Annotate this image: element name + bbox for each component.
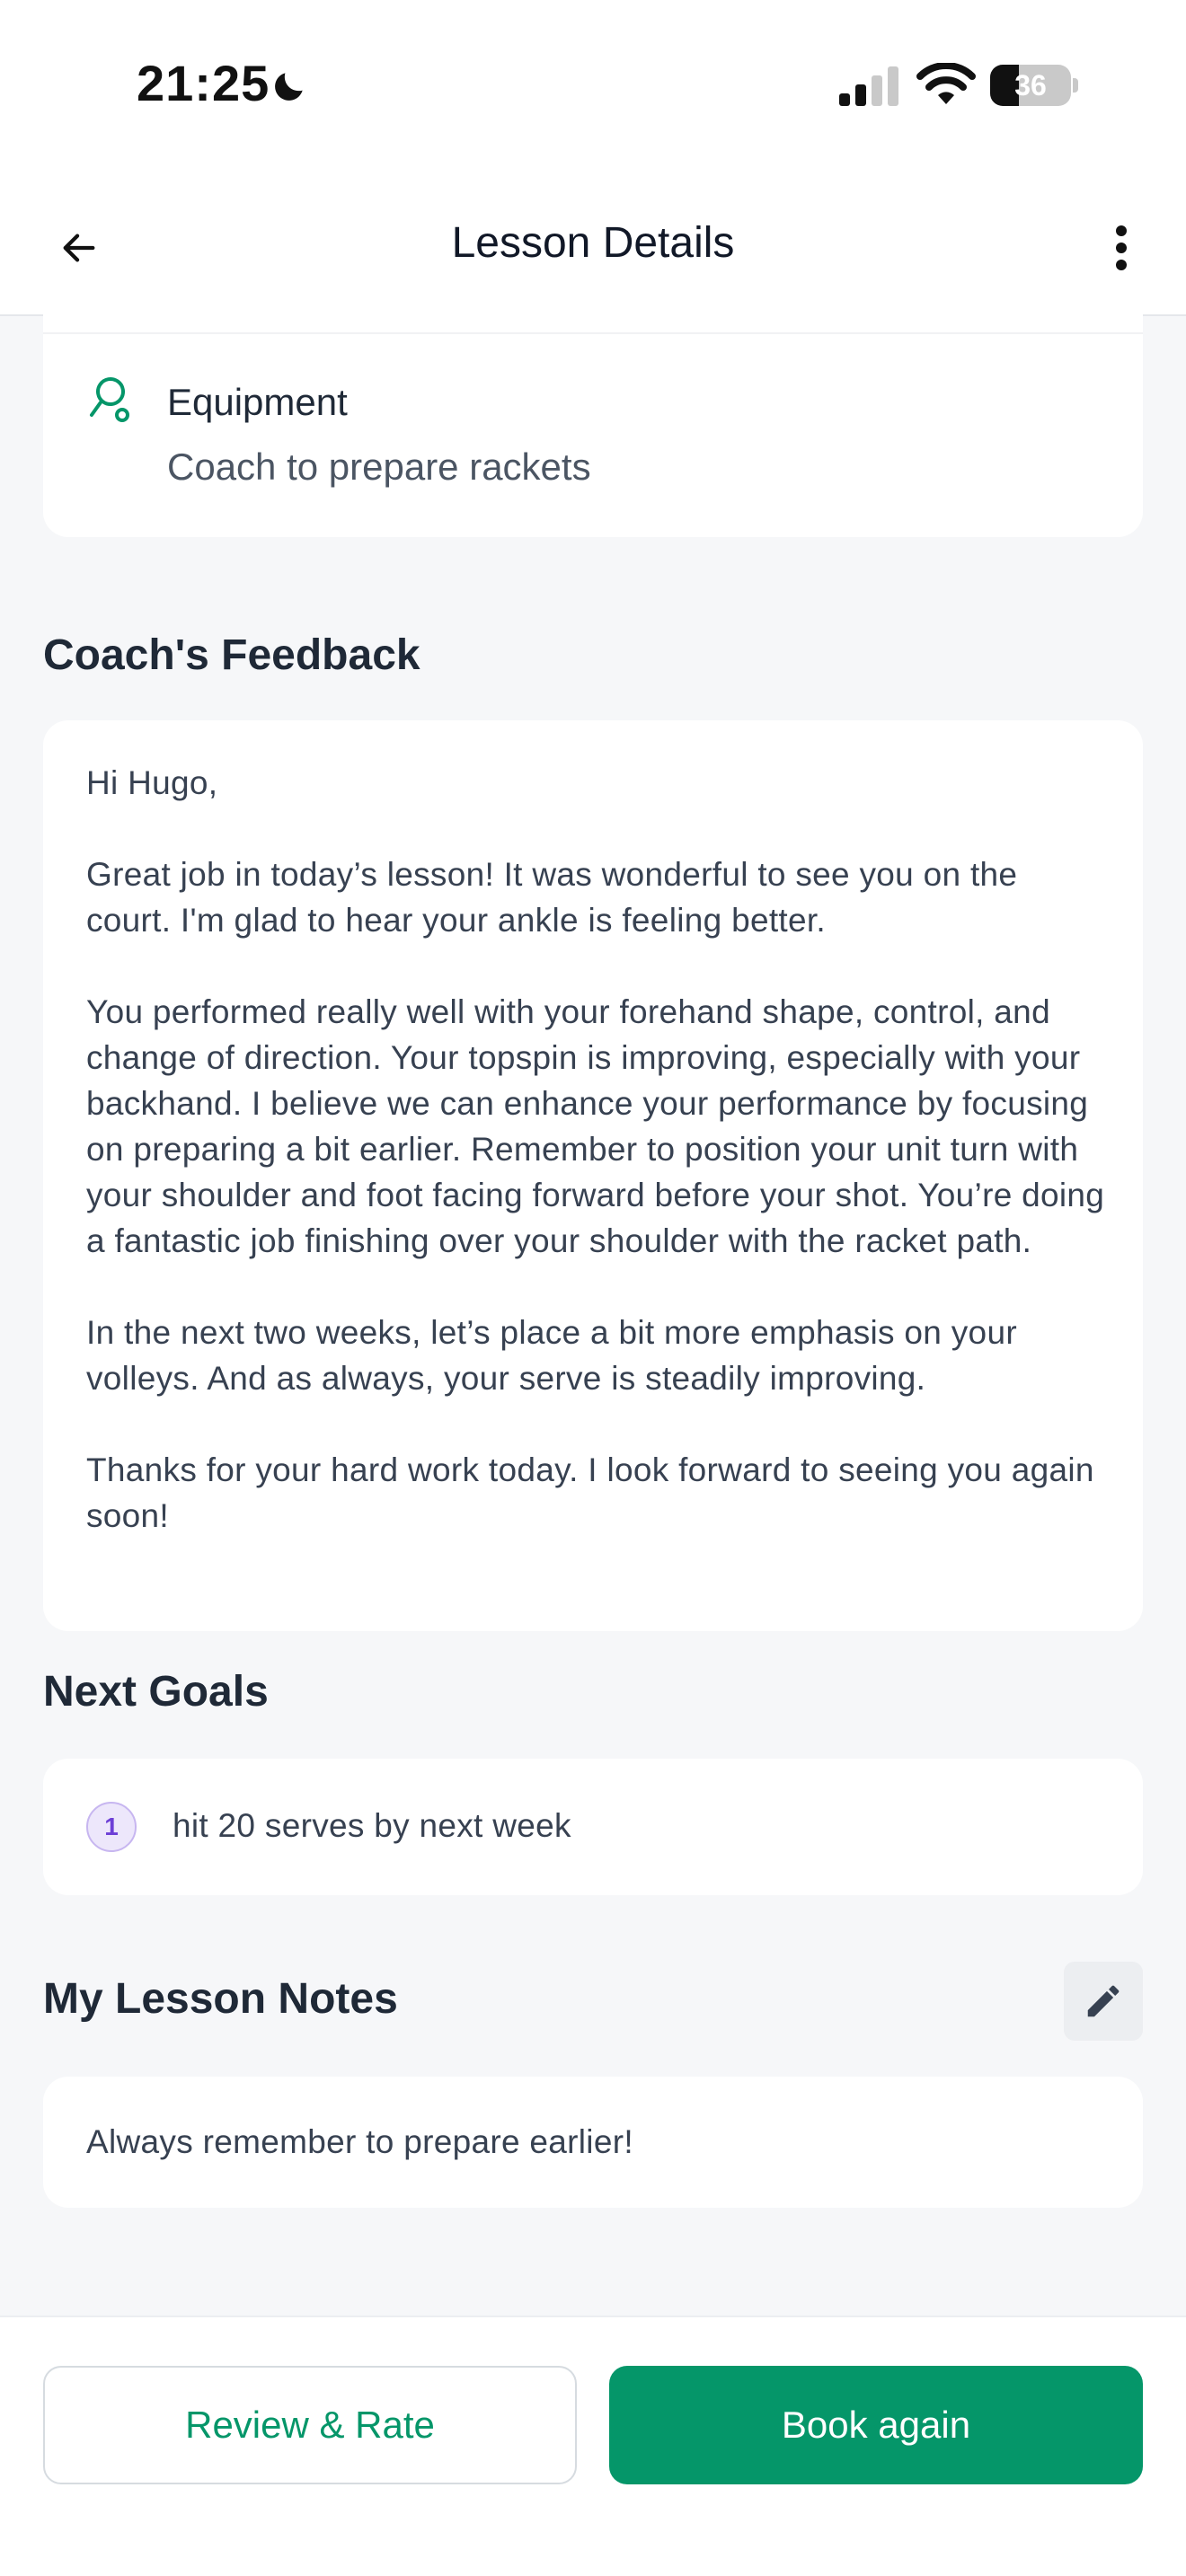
battery-icon: 36 — [990, 65, 1080, 106]
battery-level: 36 — [1014, 69, 1047, 101]
goal-number-badge: 1 — [86, 1802, 137, 1852]
equipment-value: Coach to prepare rackets — [167, 446, 591, 488]
divider — [43, 332, 1143, 334]
more-vertical-icon — [1116, 225, 1127, 270]
cellular-signal-icon — [839, 66, 898, 106]
feedback-section-title: Coach's Feedback — [43, 631, 420, 679]
page-title: Lesson Details — [451, 219, 735, 267]
feedback-card: Hi Hugo, Great job in today’s lesson! It… — [43, 720, 1143, 1631]
goals-section-title: Next Goals — [43, 1668, 269, 1716]
bottom-action-bar: Review & Rate Book again — [0, 2316, 1186, 2576]
book-again-button[interactable]: Book again — [609, 2366, 1143, 2484]
review-rate-button[interactable]: Review & Rate — [43, 2366, 577, 2484]
back-button[interactable] — [50, 219, 108, 277]
racket-icon — [90, 377, 129, 422]
goal-text: hit 20 serves by next week — [173, 1807, 571, 1844]
notes-text: Always remember to prepare earlier! — [86, 2123, 633, 2160]
notes-section-title: My Lesson Notes — [43, 1975, 398, 2023]
notes-card: Always remember to prepare earlier! — [43, 2077, 1143, 2208]
edit-notes-button[interactable] — [1064, 1962, 1143, 2041]
moon-icon — [275, 73, 303, 101]
pencil-icon — [1087, 1985, 1120, 2017]
equipment-label: Equipment — [167, 381, 348, 423]
status-bar: 21:25 36 — [0, 0, 1186, 180]
status-time: 21:25 — [137, 55, 270, 111]
goal-list-item: 1 hit 20 serves by next week — [43, 1759, 1143, 1895]
more-options-button[interactable] — [1093, 214, 1150, 282]
feedback-text: Hi Hugo, Great job in today’s lesson! It… — [86, 764, 1105, 1534]
wifi-icon — [916, 63, 976, 104]
arrow-left-icon — [63, 234, 95, 262]
